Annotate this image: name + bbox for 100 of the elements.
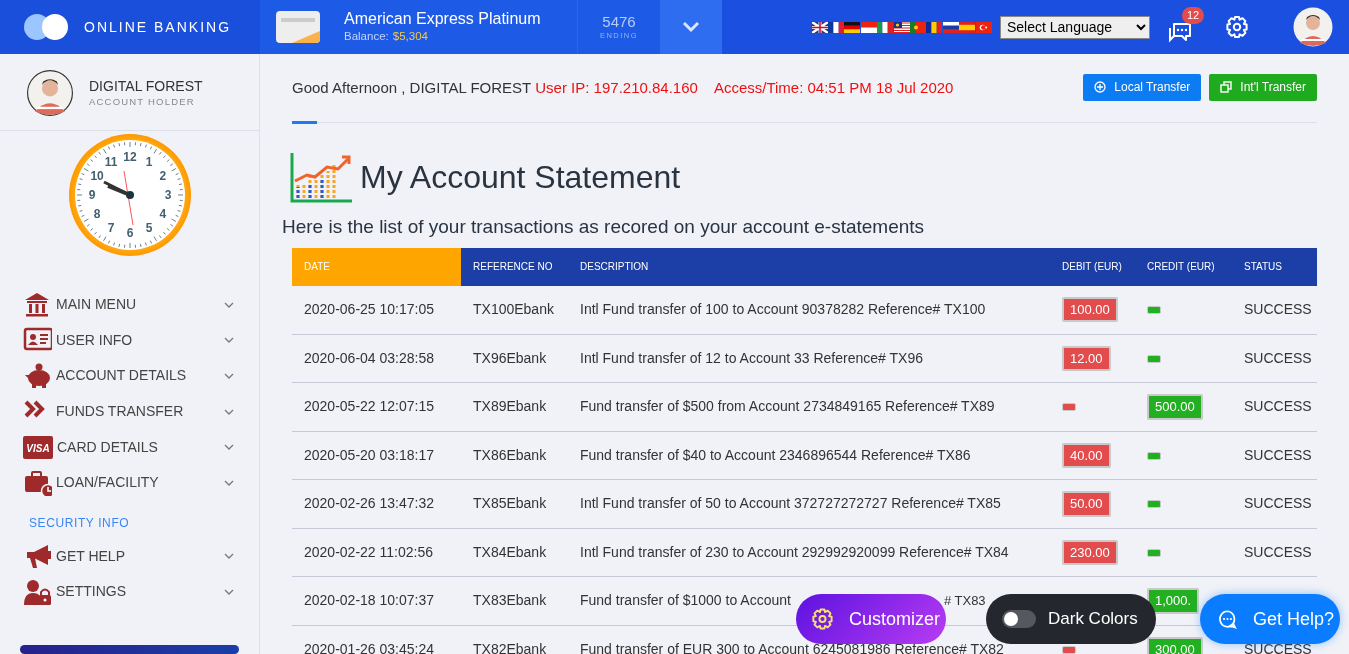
sidebar-menu-item[interactable]: ACCOUNT DETAILS (23, 358, 259, 394)
table-cell: SUCCESS (1232, 382, 1317, 431)
table-cell: Intl Fund transfer of 100 to Account 90378282 Reference# TX100 (568, 285, 1050, 334)
chevron-down-icon (224, 301, 234, 308)
clock-numeral: 5 (145, 220, 152, 235)
notification-badge: 12 (1182, 6, 1205, 24)
table-cell: Intl Fund transfer of 230 to Account 292992920099 Reference# TX84 (568, 528, 1050, 577)
table-cell: 2020-05-22 12:07:15 (292, 382, 461, 431)
page-subtitle: Here is the list of your transactions as recored on your account e-statements (282, 215, 926, 239)
sidebar-menu-item[interactable]: LOAN/FACILITY (23, 464, 259, 501)
amount-badge: 50.00 (1062, 491, 1111, 517)
user-role: ACCOUNT HOLDER (89, 94, 196, 109)
table-cell: 2020-01-26 03:45:24 (292, 625, 461, 654)
chevron-down-icon (224, 444, 234, 451)
amount-marker (1147, 500, 1161, 509)
table-cell: Fund transfer of $500 from Account 2734849165 Reference# TX89 (568, 382, 1050, 431)
amount-marker (1147, 354, 1161, 363)
flag-icon[interactable] (828, 21, 845, 33)
table-cell: 2020-02-18 10:07:37 (292, 576, 461, 625)
sidebar-menu-item[interactable]: MAIN MENU (23, 287, 259, 323)
plus-circle-icon (1094, 81, 1107, 93)
flag-icon[interactable] (910, 21, 927, 33)
table-cell: TX96Ebank (461, 334, 568, 383)
table-cell: Fund transfer of $40 to Account 2346896544 Reference# TX86 (568, 431, 1050, 480)
balance-amount: $5,304 (392, 28, 428, 44)
chat-icon (1218, 608, 1237, 630)
chevron-down-icon (224, 553, 234, 560)
clock-numeral: 8 (93, 207, 100, 221)
user-lock-icon (23, 578, 52, 605)
amount-badge: 230.00 (1062, 539, 1118, 565)
table-cell: TX100Ebank (461, 285, 568, 334)
settings-icon[interactable] (1226, 16, 1248, 38)
flag-icon[interactable] (926, 21, 943, 33)
column-header: STATUS (1232, 247, 1317, 286)
sidebar-menu-item[interactable]: USER INFO (23, 322, 259, 359)
amount-marker (1062, 403, 1076, 412)
greeting-text: Good Afternoon , DIGITAL FOREST (292, 77, 532, 98)
table-cell: Intl Fund transfer of 50 to Account 372727272727 Reference# TX85 (568, 479, 1050, 528)
card-number: 5476 (602, 12, 636, 30)
table-cell: TX86Ebank (461, 431, 568, 480)
column-header: REFERENCE NO (461, 247, 568, 286)
language-select[interactable]: Select Language (1000, 15, 1150, 39)
sidebar-menu-item[interactable]: FUNDS TRANSFER (23, 393, 259, 430)
table-cell: 2020-06-04 03:28:58 (292, 334, 461, 383)
clock-numeral: 11 (104, 155, 117, 170)
sidebar-menu-item[interactable]: GET HELP (23, 538, 259, 575)
user-name: DIGITAL FOREST (89, 76, 203, 95)
credit-card-icon (276, 11, 320, 43)
clock-numeral: 1 (145, 155, 152, 170)
clock-numeral: 3 (164, 188, 171, 202)
column-header: DEBIT (EUR) (1050, 247, 1135, 286)
flag-icon[interactable] (877, 21, 894, 33)
tab-indicator (292, 121, 317, 124)
toggle-label: Dark Colors (1048, 608, 1138, 631)
clock-numeral: 6 (126, 226, 133, 240)
amount-badge: 40.00 (1062, 442, 1111, 468)
table-cell: # TX83 (943, 593, 986, 609)
amount-badge: 100.00 (1062, 296, 1118, 323)
logo-icon (24, 14, 68, 40)
clock-numeral: 10 (89, 169, 104, 183)
clock-numeral: 7 (107, 220, 114, 235)
growth-chart-icon (290, 151, 352, 203)
chevron-down-icon (224, 479, 234, 486)
chevron-down-icon (224, 408, 234, 415)
chevron-down-icon (224, 588, 234, 595)
table-cell: SUCCESS (1232, 431, 1317, 480)
flag-icon[interactable] (893, 21, 910, 33)
briefcase-clock-icon (23, 469, 52, 496)
chevron-down-icon (224, 337, 234, 344)
flag-icon[interactable] (860, 21, 877, 33)
column-header: CREDIT (EUR) (1135, 247, 1232, 286)
chevron-down-icon (224, 373, 234, 379)
brand-name: ONLINE BANKING (84, 17, 232, 37)
toggle-switch[interactable] (1002, 610, 1036, 628)
column-header: DESCRIPTION (568, 247, 1050, 286)
flag-icon[interactable] (942, 21, 959, 33)
amount-badge: 300.00 (1147, 636, 1203, 654)
clock-numeral: 12 (122, 150, 137, 164)
user-ip: User IP: 197.210.84.160 (535, 77, 698, 98)
amount-badge: 1,000. (1147, 588, 1200, 614)
user-avatar[interactable] (1293, 7, 1333, 47)
local-transfer-button[interactable]: Local Transfer (1083, 73, 1202, 101)
table-cell: 2020-02-22 11:02:56 (292, 528, 461, 577)
sidebar-menu-item[interactable]: SETTINGS (23, 574, 259, 610)
table-cell: TX84Ebank (461, 528, 568, 577)
table-cell: 2020-02-26 13:47:32 (292, 479, 461, 528)
help-button[interactable]: Get Help? (1200, 594, 1340, 644)
table-cell: TX83Ebank (461, 576, 568, 625)
amount-marker (1062, 645, 1076, 654)
table-cell: TX85Ebank (461, 479, 568, 528)
table-cell: TX89Ebank (461, 382, 568, 431)
flag-icon[interactable] (975, 21, 992, 33)
flag-icon[interactable] (844, 21, 861, 33)
table-cell: 2020-06-25 10:17:05 (292, 285, 461, 334)
sidebar-menu-item[interactable]: VISA CARD DETAILS (23, 429, 259, 465)
table-cell: TX82Ebank (461, 625, 568, 654)
page-title: My Account Statement (360, 157, 681, 197)
table-cell: SUCCESS (1232, 479, 1317, 528)
settings-icon (812, 608, 833, 630)
table-cell: SUCCESS (1232, 528, 1317, 577)
